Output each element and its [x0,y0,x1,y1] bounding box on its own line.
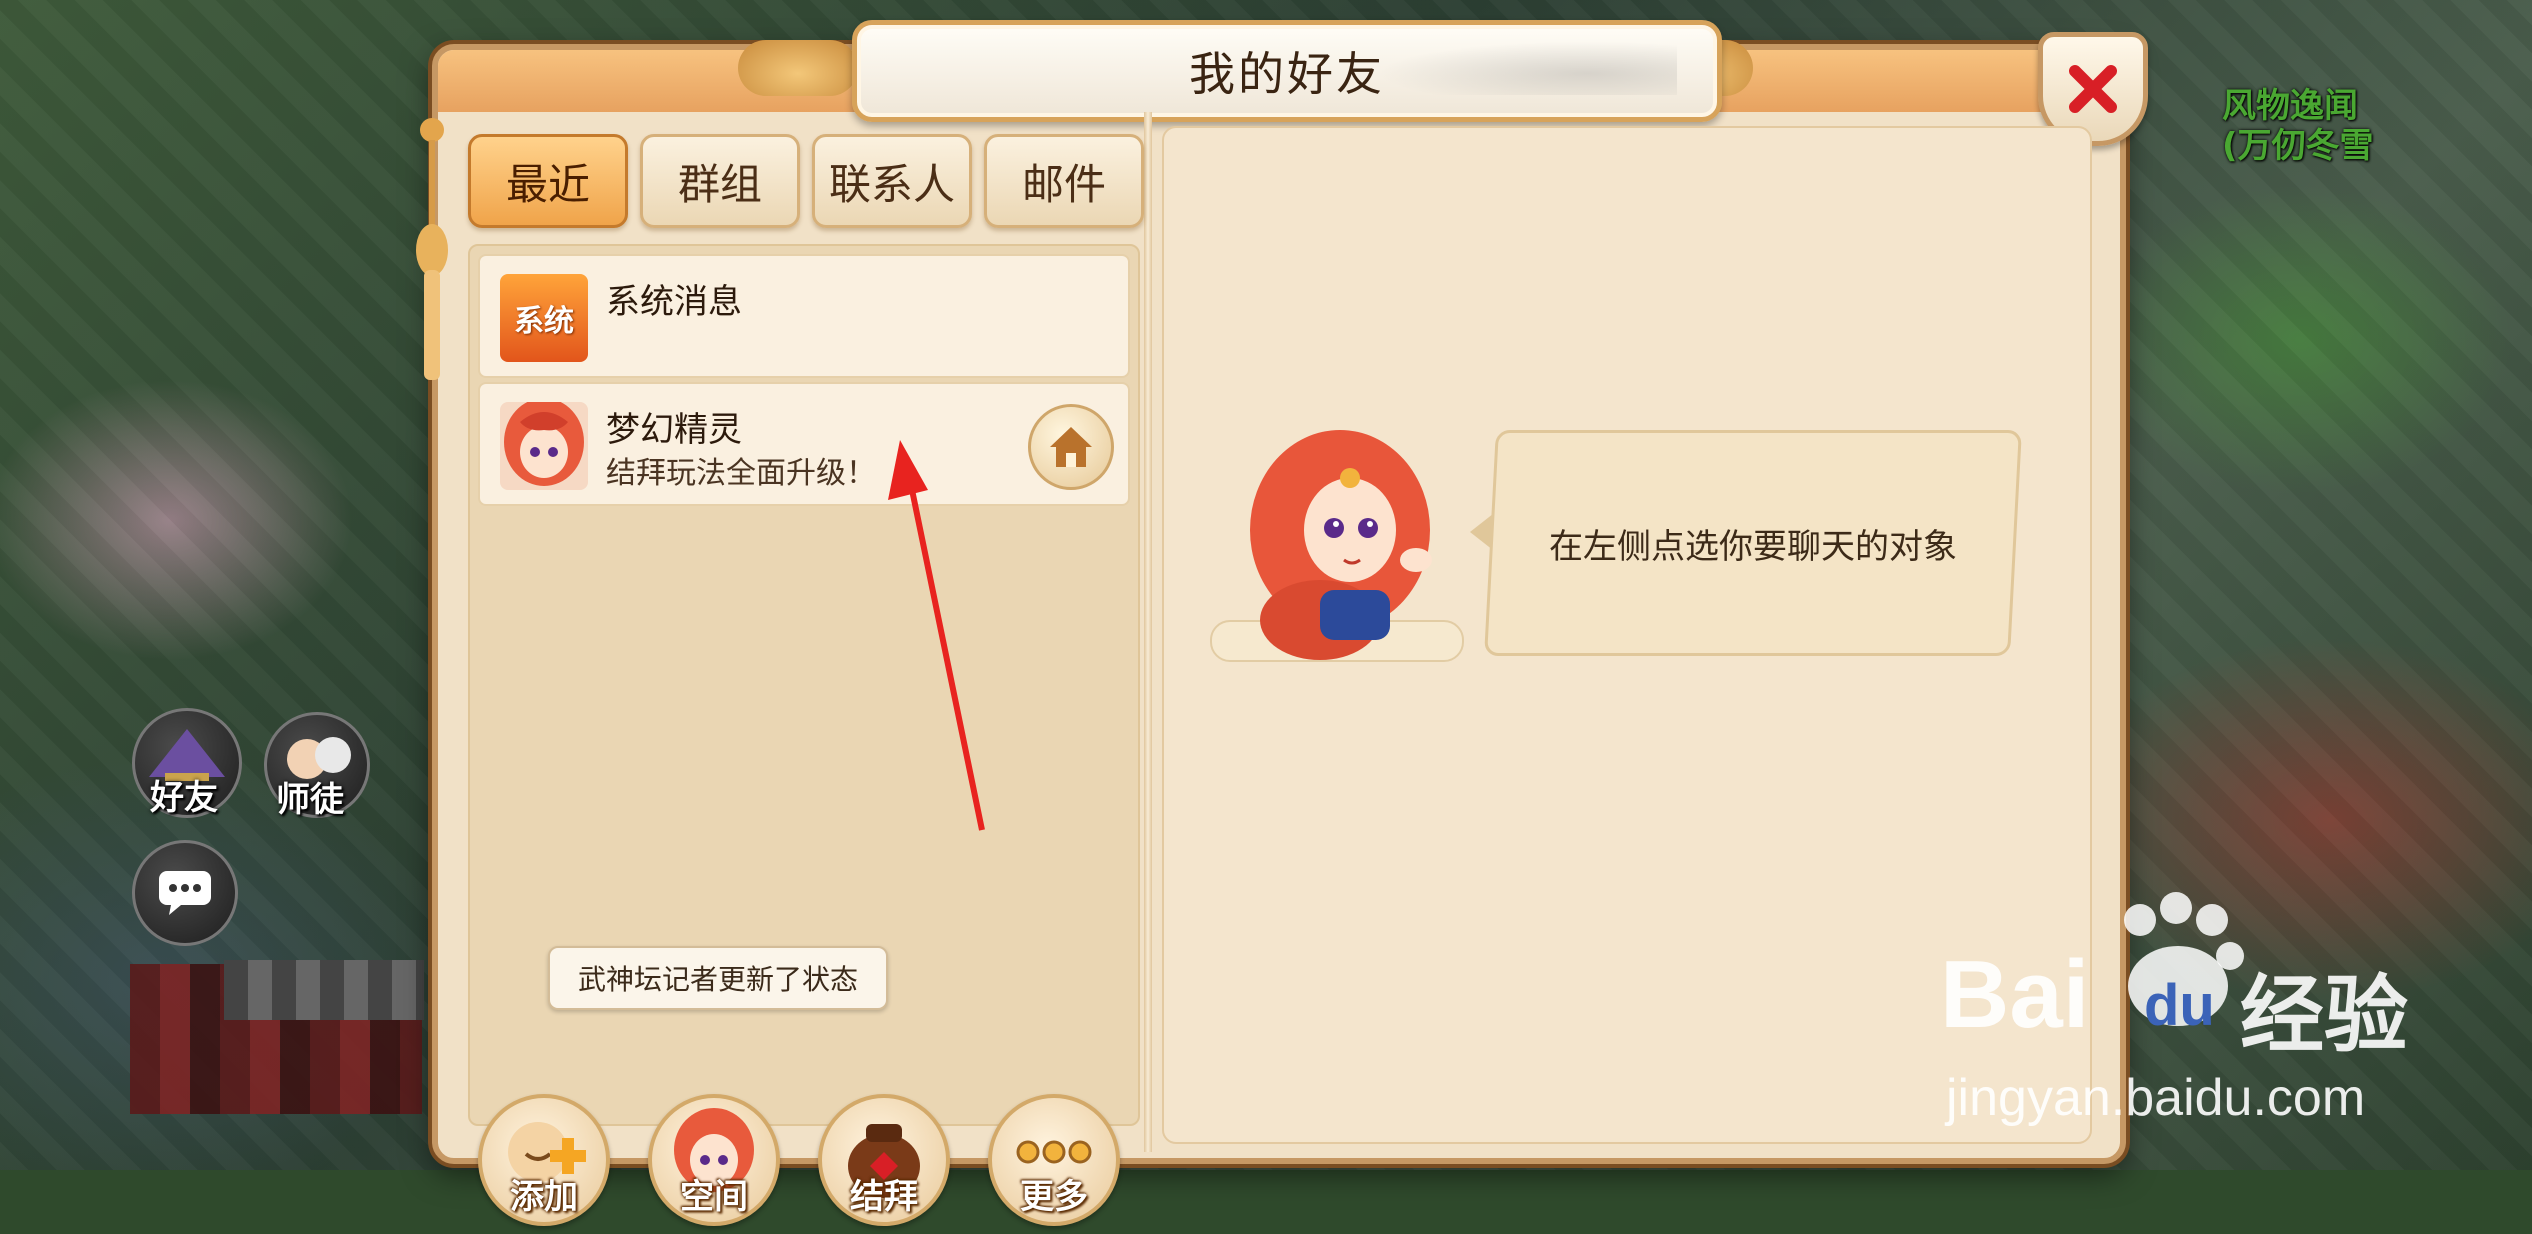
action-bar: 添加 空间 结拜 更多 [468,1094,1136,1234]
home-button[interactable] [1028,404,1114,490]
watermark-du: du [2144,973,2215,1038]
chat-bubble-icon [159,871,211,915]
annotation-arrow [888,440,985,831]
tab-recent[interactable]: 最近 [468,134,628,228]
more-label: 更多 [1020,1177,1088,1217]
add-friend-label: 添加 [510,1177,578,1217]
tab-bar: 最近 群组 联系人 邮件 [468,134,1144,228]
list-item-system-messages[interactable]: 系统 系统消息 [478,254,1130,378]
npc-name-line2[interactable]: (万仞冬雪 [2222,118,2374,167]
tab-contacts[interactable]: 联系人 [812,134,972,228]
more-button[interactable]: 更多 [988,1094,1120,1226]
home-icon [1050,427,1092,467]
conversation-title: 梦幻精灵 [606,410,742,450]
dream-sprite-avatar [500,402,588,490]
add-friend-button[interactable]: 添加 [478,1094,610,1226]
sworn-brother-label: 结拜 [850,1177,918,1217]
ink-painting-decoration [1377,41,1677,95]
title-plaque: 我的好友 [852,20,1722,122]
watermark-bai: Bai [1940,941,2090,1048]
dream-sprite-illustration [1250,430,1432,660]
conversation-title: 系统消息 [606,282,742,322]
panel-title: 我的好友 [1189,47,1385,101]
watermark-url: jingyan.baidu.com [1946,1069,2366,1127]
chat-hud-button[interactable] [132,840,238,946]
conversation-preview: 结拜玩法全面升级！ [606,456,876,491]
pane-divider [1144,112,1152,1152]
chat-prompt-text: 在左侧点选你要聊天的对象 [1549,526,1957,567]
watermark-jingyan: 经验 [2240,966,2409,1064]
status-update-tooltip: 武神坛记者更新了状态 [548,946,888,1010]
close-icon [2069,65,2117,113]
tab-mail[interactable]: 邮件 [984,134,1144,228]
friends-hud-label[interactable]: 好友 [150,770,218,819]
censored-panel-edge [224,960,424,1020]
space-button[interactable]: 空间 [648,1094,780,1226]
space-label: 空间 [680,1177,748,1217]
baidu-jingyan-watermark: Bai du 经验 jingyan.baidu.com [1940,890,2500,1130]
sprite-face-icon [504,402,584,486]
sworn-brother-button[interactable]: 结拜 [818,1094,950,1226]
system-avatar-icon: 系统 [500,274,588,362]
tassel-decoration [416,118,448,380]
chat-prompt-bubble: 在左侧点选你要聊天的对象 [1484,430,2022,656]
system-avatar-text: 系统 [514,304,574,339]
title-scroll-left-ornament [738,40,858,96]
mentor-hud-label[interactable]: 师徒 [276,772,344,821]
tab-groups[interactable]: 群组 [640,134,800,228]
list-item-dream-sprite[interactable]: 梦幻精灵 结拜玩法全面升级！ [478,382,1130,506]
